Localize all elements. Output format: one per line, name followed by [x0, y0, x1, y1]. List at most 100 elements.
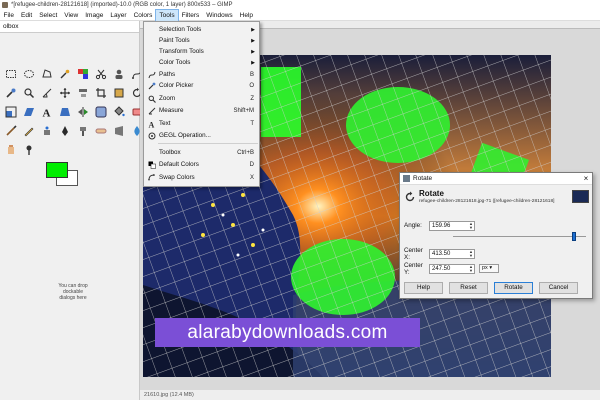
menu-item-toolbox[interactable]: Toolbox Ctrl+B	[144, 147, 259, 158]
color-select-icon[interactable]	[76, 67, 90, 80]
pencil-icon[interactable]	[22, 124, 36, 137]
toolbox-title: olbox	[0, 21, 139, 33]
menu-windows[interactable]: Windows	[203, 10, 236, 21]
menu-layer[interactable]: Layer	[107, 10, 130, 21]
menu-filters[interactable]: Filters	[178, 10, 203, 21]
center-y-label: Center Y:	[404, 261, 423, 276]
menu-item-paint-tools[interactable]: Paint Tools ▶	[144, 35, 259, 46]
menu-file[interactable]: File	[0, 10, 17, 21]
menu-item-measure[interactable]: Measure Shift+M	[144, 105, 259, 116]
menu-item-gegl-operation[interactable]: GEGL Operation...	[144, 130, 259, 141]
crop-icon[interactable]	[94, 86, 108, 99]
smudge-icon[interactable]	[4, 143, 18, 156]
menu-edit[interactable]: Edit	[17, 10, 35, 21]
cage-transform-icon[interactable]	[94, 105, 108, 118]
perspective-clone-icon[interactable]	[112, 124, 126, 137]
zoom-icon	[147, 94, 156, 103]
menu-view[interactable]: View	[61, 10, 82, 21]
scissors-icon[interactable]	[94, 67, 108, 80]
text-icon[interactable]: A	[40, 105, 54, 118]
color-picker-icon[interactable]	[4, 86, 18, 99]
move-icon[interactable]	[58, 86, 72, 99]
svg-text:A: A	[43, 107, 51, 118]
flip-icon[interactable]	[76, 105, 90, 118]
free-select-icon[interactable]	[40, 67, 54, 80]
paintbrush-icon[interactable]	[4, 124, 18, 137]
submenu-arrow-icon: ▶	[251, 48, 255, 55]
cancel-button[interactable]: Cancel	[539, 282, 578, 294]
heal-icon[interactable]	[94, 124, 108, 137]
angle-row: Angle: 159.96 ▲ ▼	[404, 220, 475, 231]
tools-menu: Selection Tools ▶ Paint Tools ▶ Transfor…	[143, 21, 260, 187]
menu-item-default-colors[interactable]: Default Colors D	[144, 159, 259, 170]
rect-select-icon[interactable]	[4, 67, 18, 80]
foreground-color-swatch[interactable]	[46, 162, 68, 178]
swap-colors-icon	[147, 173, 156, 182]
menu-colors[interactable]: Colors	[130, 10, 156, 21]
spin-arrows-icon[interactable]: ▲ ▼	[469, 264, 473, 273]
spin-arrows-icon[interactable]: ▲ ▼	[469, 221, 473, 230]
center-x-input[interactable]: 413.50 ▲ ▼	[429, 248, 475, 259]
unified-transform-icon[interactable]	[112, 86, 126, 99]
airbrush-icon[interactable]	[40, 124, 54, 137]
zoom-icon[interactable]	[22, 86, 36, 99]
rotate-dialog-header: Rotate refugee-children-28121618.jpg-71 …	[404, 188, 590, 208]
chevron-down-icon: ▾	[489, 265, 493, 271]
foreground-select-icon[interactable]	[112, 67, 126, 80]
gimp-app-icon	[2, 2, 8, 8]
align-icon[interactable]	[76, 86, 90, 99]
layer-thumbnail	[572, 190, 589, 203]
rotate-dialog: Rotate × Rotate refugee-children-2812161…	[399, 172, 593, 299]
menu-item-selection-tools[interactable]: Selection Tools ▶	[144, 24, 259, 35]
watermark-banner: alarabydownloads.com	[155, 318, 420, 347]
rotate-button[interactable]: Rotate	[494, 282, 533, 294]
angle-slider-track[interactable]	[453, 236, 586, 237]
submenu-arrow-icon: ▶	[251, 37, 255, 44]
menu-item-transform-tools[interactable]: Transform Tools ▶	[144, 46, 259, 57]
rotate-icon	[405, 191, 415, 202]
menu-item-color-picker[interactable]: Color Picker O	[144, 80, 259, 91]
center-y-row: Center Y: 247.50 ▲ ▼ px ▾	[404, 261, 499, 276]
unit-select[interactable]: px ▾	[479, 264, 499, 273]
drop-hint-text: You can drop dockable dialogs here	[58, 283, 88, 301]
rotate-window-icon	[403, 175, 410, 182]
dodge-burn-icon[interactable]	[22, 143, 36, 156]
bucket-fill-icon[interactable]	[112, 105, 126, 118]
scale-icon[interactable]	[4, 105, 18, 118]
rotate-heading: Rotate	[419, 189, 444, 198]
fg-bg-colors[interactable]	[46, 162, 80, 188]
menu-tools[interactable]: Tools	[154, 8, 180, 22]
close-icon[interactable]: ×	[580, 174, 592, 183]
menu-item-zoom[interactable]: Zoom Z	[144, 93, 259, 104]
ink-icon[interactable]	[58, 124, 72, 137]
center-y-input[interactable]: 247.50 ▲ ▼	[429, 263, 475, 274]
menu-item-swap-colors[interactable]: Swap Colors X	[144, 172, 259, 183]
text-icon: A	[147, 119, 156, 128]
reset-button[interactable]: Reset	[449, 282, 488, 294]
spin-arrows-icon[interactable]: ▲ ▼	[469, 249, 473, 258]
measure-icon[interactable]	[40, 86, 54, 99]
menu-item-color-tools[interactable]: Color Tools ▶	[144, 57, 259, 68]
menu-separator	[158, 143, 258, 144]
color-tools-icon	[147, 58, 156, 67]
angle-input[interactable]: 159.96 ▲ ▼	[429, 220, 475, 231]
ellipse-select-icon[interactable]	[22, 67, 36, 80]
paths-icon	[147, 70, 156, 79]
menu-image[interactable]: Image	[82, 10, 107, 21]
center-x-label: Center X:	[404, 246, 423, 261]
measure-icon	[147, 106, 156, 115]
rotate-dialog-titlebar[interactable]: Rotate ×	[400, 173, 592, 185]
menu-select[interactable]: Select	[36, 10, 61, 21]
menu-help[interactable]: Help	[236, 10, 256, 21]
menu-item-text[interactable]: A Text T	[144, 118, 259, 129]
center-x-row: Center X: 413.50 ▲ ▼	[404, 246, 475, 261]
shear-icon[interactable]	[22, 105, 36, 118]
clone-icon[interactable]	[76, 124, 90, 137]
color-picker-icon	[147, 81, 156, 90]
help-button[interactable]: Help	[404, 282, 443, 294]
perspective-icon[interactable]	[58, 105, 72, 118]
angle-label: Angle:	[404, 222, 422, 229]
menu-item-paths[interactable]: Paths B	[144, 69, 259, 80]
angle-slider-handle[interactable]	[572, 232, 576, 241]
fuzzy-select-icon[interactable]	[58, 67, 72, 80]
